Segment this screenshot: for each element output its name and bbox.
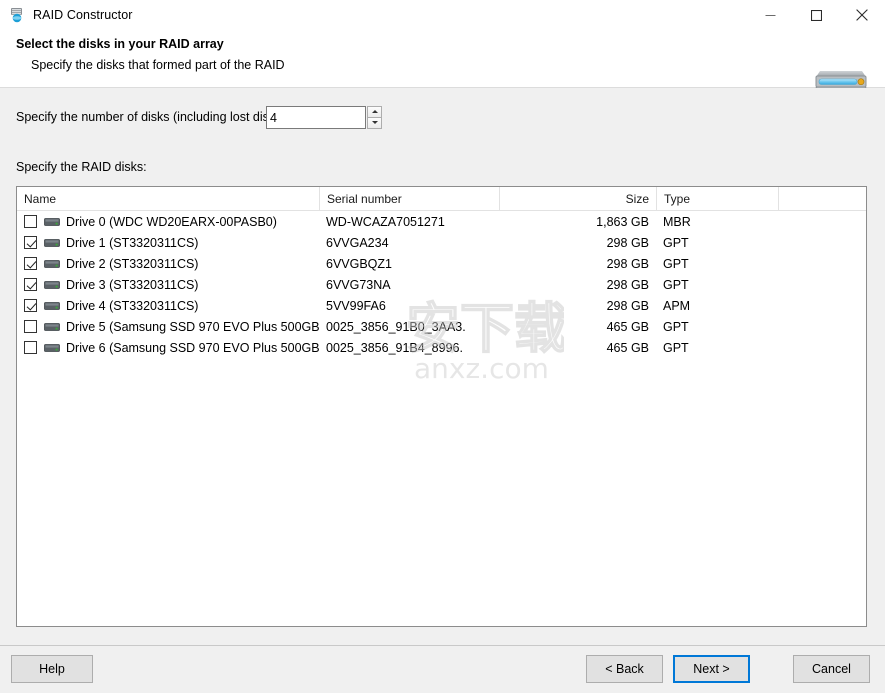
cell-serial: WD-WCAZA7051271 [326,214,445,229]
page-subtitle: Specify the disks that formed part of th… [31,58,285,72]
cell-name: Drive 3 (ST3320311CS) [17,278,319,292]
wizard-header: Select the disks in your RAID array Spec… [0,30,885,110]
cell-name: Drive 5 (Samsung SSD 970 EVO Plus 500GB) [17,320,319,334]
spinner-down-icon[interactable] [367,117,382,129]
minimize-icon[interactable] [747,0,793,30]
back-button[interactable]: < Back [586,655,663,683]
table-row[interactable]: Drive 4 (ST3320311CS) 5VV99FA6 298 GB APM [17,295,866,316]
cell-size: 298 GB [606,298,649,313]
raid-server-icon [9,7,25,23]
spinner-up-icon[interactable] [367,106,382,118]
cell-type: GPT [663,256,689,271]
maximize-icon[interactable] [793,0,839,30]
disk-list-body: Drive 0 (WDC WD20EARX-00PASB0) WD-WCAZA70… [17,211,866,358]
drive-icon [44,300,60,311]
cell-name: Drive 1 (ST3320311CS) [17,236,319,250]
footer-divider [0,645,885,646]
disk-list[interactable]: Name Serial number Size Type Drive 0 (WD… [16,186,867,627]
drive-name-label: Drive 6 (Samsung SSD 970 EVO Plus 500GB) [66,340,319,355]
disk-checkbox[interactable] [24,341,37,354]
drive-name-label: Drive 4 (ST3320311CS) [66,298,199,313]
close-icon[interactable] [839,0,885,30]
disk-checkbox[interactable] [24,257,37,270]
table-row[interactable]: Drive 6 (Samsung SSD 970 EVO Plus 500GB)… [17,337,866,358]
stepper-buttons[interactable] [367,106,382,129]
window-controls [747,0,885,30]
next-button[interactable]: Next > [673,655,750,683]
column-header-serial[interactable]: Serial number [319,187,499,210]
table-row[interactable]: Drive 1 (ST3320311CS) 6VVGA234 298 GB GPT [17,232,866,253]
drive-icon [44,216,60,227]
drive-name-label: Drive 1 (ST3320311CS) [66,235,199,250]
cell-type: GPT [663,340,689,355]
column-header-type[interactable]: Type [656,187,778,210]
cell-type: GPT [663,319,689,334]
disk-count-input[interactable] [266,106,366,129]
cell-serial: 6VVGBQZ1 [326,256,392,271]
cell-serial: 6VVGA234 [326,235,389,250]
wizard-body: Specify the number of disks (including l… [0,88,885,693]
cell-name: Drive 6 (Samsung SSD 970 EVO Plus 500GB) [17,341,319,355]
drive-icon [44,342,60,353]
table-row[interactable]: Drive 3 (ST3320311CS) 6VVG73NA 298 GB GPT [17,274,866,295]
disk-checkbox[interactable] [24,236,37,249]
column-header-name[interactable]: Name [17,187,319,210]
cell-size: 298 GB [606,256,649,271]
drive-name-label: Drive 5 (Samsung SSD 970 EVO Plus 500GB) [66,319,319,334]
cell-name: Drive 4 (ST3320311CS) [17,299,319,313]
cell-size: 1,863 GB [596,214,649,229]
cell-size: 298 GB [606,235,649,250]
drive-name-label: Drive 0 (WDC WD20EARX-00PASB0) [66,214,277,229]
disk-count-stepper[interactable] [266,106,382,129]
raid-disks-label: Specify the RAID disks: [16,160,147,174]
cancel-button[interactable]: Cancel [793,655,870,683]
cell-size: 298 GB [606,277,649,292]
cell-size: 465 GB [606,340,649,355]
table-row[interactable]: Drive 0 (WDC WD20EARX-00PASB0) WD-WCAZA70… [17,211,866,232]
disk-checkbox[interactable] [24,299,37,312]
cell-size: 465 GB [606,319,649,334]
drive-icon [44,321,60,332]
drive-icon [44,279,60,290]
cell-name: Drive 2 (ST3320311CS) [17,257,319,271]
help-button[interactable]: Help [11,655,93,683]
disk-checkbox[interactable] [24,215,37,228]
cell-serial: 5VV99FA6 [326,298,386,313]
title-bar: RAID Constructor [0,0,885,30]
cell-type: MBR [663,214,691,229]
cell-type: GPT [663,235,689,250]
disk-checkbox[interactable] [24,278,37,291]
drive-icon [44,258,60,269]
disk-list-header: Name Serial number Size Type [17,187,866,211]
table-row[interactable]: Drive 5 (Samsung SSD 970 EVO Plus 500GB)… [17,316,866,337]
column-header-filler [778,187,866,210]
cell-type: APM [663,298,691,313]
cell-name: Drive 0 (WDC WD20EARX-00PASB0) [17,215,319,229]
disk-count-label: Specify the number of disks (including l… [16,110,290,124]
disk-checkbox[interactable] [24,320,37,333]
cell-type: GPT [663,277,689,292]
page-title: Select the disks in your RAID array [16,37,224,51]
column-header-size[interactable]: Size [499,187,656,210]
window-title: RAID Constructor [33,8,133,22]
drive-name-label: Drive 2 (ST3320311CS) [66,256,199,271]
drive-name-label: Drive 3 (ST3320311CS) [66,277,199,292]
cell-serial: 6VVG73NA [326,277,391,292]
table-row[interactable]: Drive 2 (ST3320311CS) 6VVGBQZ1 298 GB GPT [17,253,866,274]
cell-serial: 0025_3856_91B4_8996. [326,340,463,355]
drive-icon [44,237,60,248]
cell-serial: 0025_3856_91B0_3AA3. [326,319,466,334]
